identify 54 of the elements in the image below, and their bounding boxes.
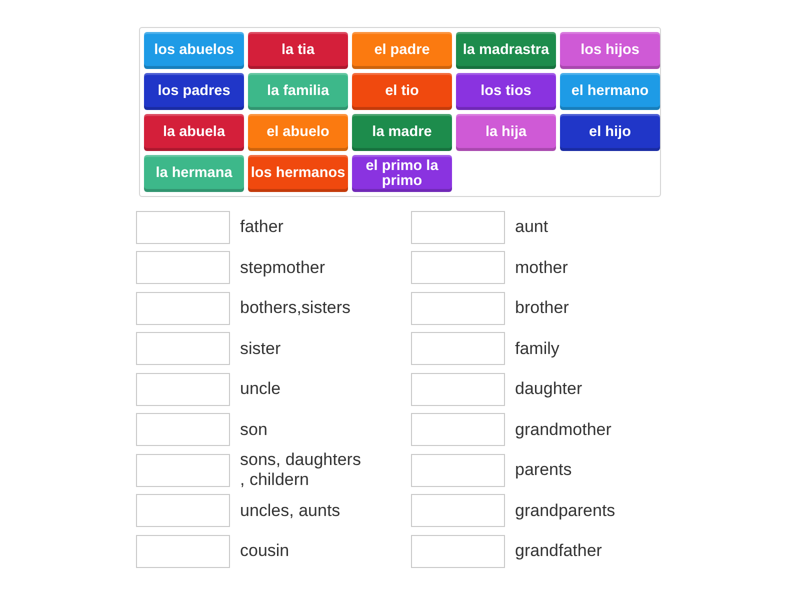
match-label: grandmother — [515, 420, 612, 440]
drop-box[interactable] — [136, 372, 230, 406]
word-tile[interactable]: la familia — [248, 73, 348, 110]
drop-box[interactable] — [411, 454, 505, 486]
drop-box[interactable] — [411, 494, 505, 527]
word-tile[interactable]: los hijos — [560, 32, 660, 69]
match-label: mother — [515, 258, 569, 278]
match-label: parents — [515, 460, 573, 480]
match-label: brother — [515, 298, 570, 318]
match-label: uncles, aunts — [240, 500, 342, 520]
match-label: grandparents — [515, 500, 616, 520]
word-tile[interactable]: la hermana — [144, 155, 244, 192]
drop-box[interactable] — [411, 534, 505, 568]
word-tile[interactable]: los hermanos — [248, 155, 348, 192]
match-label: son — [240, 420, 268, 440]
word-tile[interactable]: la hija — [456, 114, 556, 151]
word-tile[interactable]: la abuela — [144, 114, 244, 151]
drop-box[interactable] — [136, 534, 230, 568]
drop-box[interactable] — [136, 494, 230, 527]
drop-box[interactable] — [411, 210, 505, 244]
match-label: family — [515, 338, 560, 358]
drop-box[interactable] — [136, 454, 230, 486]
drop-box[interactable] — [411, 332, 505, 365]
word-tile[interactable]: la tia — [248, 32, 348, 69]
match-label: stepmother — [240, 258, 326, 278]
match-label: cousin — [240, 541, 290, 561]
drop-box[interactable] — [411, 292, 505, 324]
word-tile[interactable]: los abuelos — [144, 32, 244, 69]
match-label: bothers,sisters — [240, 298, 352, 318]
match-label: sister — [240, 338, 282, 358]
drop-box[interactable] — [136, 292, 230, 324]
word-tile[interactable]: la madrastra — [456, 32, 556, 69]
word-tile[interactable]: el primo la primo — [352, 155, 452, 192]
drop-box[interactable] — [411, 372, 505, 406]
word-tile[interactable]: el tio — [352, 73, 452, 110]
match-label: grandfather — [515, 541, 603, 561]
drop-box[interactable] — [411, 413, 505, 446]
match-label: uncle — [240, 379, 282, 399]
word-tile[interactable]: el abuelo — [248, 114, 348, 151]
drop-box[interactable] — [136, 332, 230, 365]
word-tile[interactable]: los padres — [144, 73, 244, 110]
drop-box[interactable] — [136, 413, 230, 446]
word-tile[interactable]: la madre — [352, 114, 452, 151]
match-label: sons, daughters , childern — [240, 450, 362, 490]
word-tile[interactable]: el hijo — [560, 114, 660, 151]
word-tile[interactable]: el hermano — [560, 73, 660, 110]
match-label: aunt — [515, 217, 550, 237]
drop-box[interactable] — [136, 210, 230, 244]
drop-box[interactable] — [136, 251, 230, 284]
match-label: father — [240, 217, 284, 237]
drop-box[interactable] — [411, 251, 505, 284]
word-tile[interactable]: los tios — [456, 73, 556, 110]
match-label: daughter — [515, 379, 584, 399]
word-tile[interactable]: el padre — [352, 32, 452, 69]
